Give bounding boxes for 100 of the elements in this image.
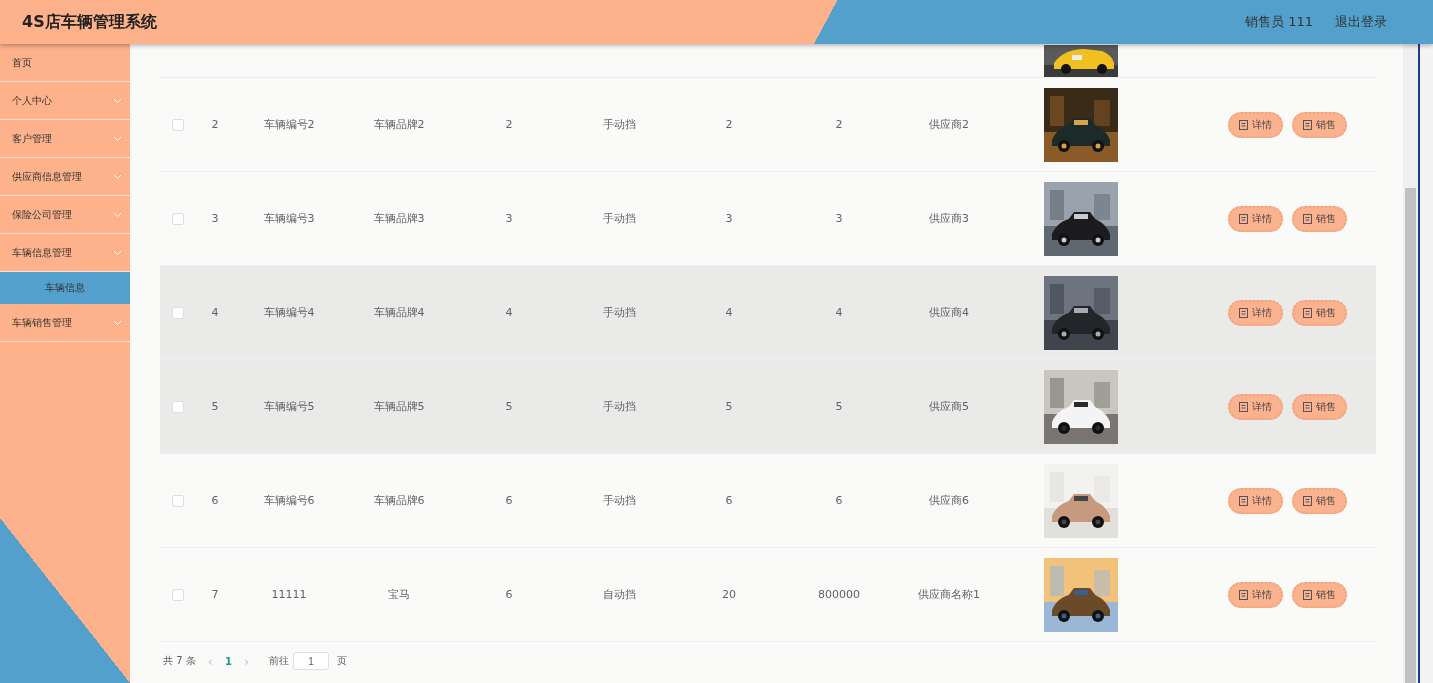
table-cell: 3 [211, 212, 219, 225]
sell-button[interactable]: 销售 [1291, 205, 1347, 232]
table-cell: 车辆编号2 [263, 117, 315, 132]
document-icon [1238, 307, 1248, 318]
document-icon [1302, 401, 1312, 412]
table-cell: 供应商4 [929, 305, 969, 320]
table-cell: 5 [725, 400, 733, 413]
table-cell: 2 [725, 118, 733, 131]
table-cell: 车辆品牌3 [373, 211, 425, 226]
document-icon [1302, 213, 1312, 224]
chevron-down-icon [113, 173, 122, 180]
table-cell: 7 [211, 588, 219, 601]
table-cell: 3 [505, 212, 513, 225]
chevron-down-icon [113, 249, 122, 256]
sidebar-item[interactable]: 车辆销售管理 [0, 304, 130, 342]
sidebar-item[interactable]: 首页 [0, 44, 130, 82]
table-cell: 11111 [271, 588, 307, 601]
table-cell: 手动挡 [602, 493, 636, 508]
table-cell: 车辆编号3 [263, 211, 315, 226]
table-cell: 手动挡 [602, 305, 636, 320]
page-suffix: 页 [337, 654, 348, 668]
table-row[interactable]: 5 车辆编号5 车辆品牌5 5 手动挡 5 5 供应商5 详情 销售 [160, 360, 1376, 454]
table-cell: 6 [505, 494, 513, 507]
table-cell: 供应商3 [929, 211, 969, 226]
row-checkbox[interactable] [172, 494, 184, 507]
table-cell: 车辆品牌4 [373, 305, 425, 320]
details-button[interactable]: 详情 [1227, 111, 1283, 138]
table-cell: 2 [505, 118, 513, 131]
total-count: 共 7 条 [163, 654, 196, 668]
row-checkbox[interactable] [172, 400, 184, 413]
table-cell: 宝马 [388, 587, 410, 602]
table-cell: 6 [211, 494, 219, 507]
table-cell: 4 [505, 306, 513, 319]
table-cell: 5 [211, 400, 219, 413]
table-cell: 2 [211, 118, 219, 131]
chevron-down-icon [113, 211, 122, 218]
app-title: 4S店车辆管理系统 [22, 11, 157, 33]
table-cell: 20 [722, 588, 736, 601]
details-button[interactable]: 详情 [1227, 487, 1283, 514]
sidebar-item[interactable]: 供应商信息管理 [0, 158, 130, 196]
table-row[interactable]: 4 车辆编号4 车辆品牌4 4 手动挡 4 4 供应商4 详情 销售 [160, 266, 1376, 360]
row-checkbox[interactable] [172, 306, 184, 319]
table-cell: 6 [835, 494, 843, 507]
document-icon [1238, 119, 1248, 130]
table-cell: 自动挡 [602, 587, 636, 602]
table-cell: 供应商5 [929, 399, 969, 414]
page-number[interactable]: 1 [224, 655, 232, 667]
details-button[interactable]: 详情 [1227, 299, 1283, 326]
table-cell: 车辆品牌2 [373, 117, 425, 132]
table-cell: 5 [505, 400, 513, 413]
page-input[interactable]: 1 [293, 652, 330, 670]
scrollbar[interactable] [1403, 44, 1418, 683]
table-cell: 4 [835, 306, 843, 319]
table-cell: 4 [211, 306, 219, 319]
sell-button[interactable]: 销售 [1291, 299, 1347, 326]
sell-button[interactable]: 销售 [1291, 111, 1347, 138]
table-cell: 手动挡 [602, 399, 636, 414]
table-cell: 3 [725, 212, 733, 225]
table-cell: 800000 [818, 588, 860, 601]
details-button[interactable]: 详情 [1227, 205, 1283, 232]
details-button[interactable]: 详情 [1227, 581, 1283, 608]
table-cell: 4 [725, 306, 733, 319]
table-cell: 5 [835, 400, 843, 413]
table-cell: 供应商2 [929, 117, 969, 132]
details-button[interactable]: 详情 [1227, 393, 1283, 420]
table-cell: 车辆编号6 [263, 493, 315, 508]
document-icon [1238, 213, 1248, 224]
row-checkbox[interactable] [172, 588, 184, 601]
sidebar-subitem[interactable]: 车辆信息 [0, 272, 130, 304]
table-cell: 车辆品牌6 [373, 493, 425, 508]
table-cell: 6 [725, 494, 733, 507]
document-icon [1238, 495, 1248, 506]
document-icon [1302, 307, 1312, 318]
table-cell: 车辆品牌5 [373, 399, 425, 414]
chevron-down-icon [113, 97, 122, 104]
row-checkbox[interactable] [172, 212, 184, 225]
table-cell: 供应商名称1 [918, 587, 980, 602]
table-cell: 手动挡 [602, 211, 636, 226]
document-icon [1238, 401, 1248, 412]
sidebar-item[interactable]: 客户管理 [0, 120, 130, 158]
user-label: 销售员 111 [1245, 13, 1313, 31]
table-cell: 6 [505, 588, 513, 601]
document-icon [1302, 495, 1312, 506]
logout-link[interactable]: 退出登录 [1335, 13, 1387, 31]
table-cell: 3 [835, 212, 843, 225]
table-cell: 车辆编号5 [263, 399, 315, 414]
sidebar-item[interactable]: 保险公司管理 [0, 196, 130, 234]
chevron-down-icon [113, 319, 122, 326]
sell-button[interactable]: 销售 [1291, 581, 1347, 608]
document-icon [1302, 589, 1312, 600]
table-cell: 手动挡 [602, 117, 636, 132]
document-icon [1238, 589, 1248, 600]
sell-button[interactable]: 销售 [1291, 487, 1347, 514]
sell-button[interactable]: 销售 [1291, 393, 1347, 420]
goto-label: 前往 [269, 654, 290, 668]
table-cell: 2 [835, 118, 843, 131]
row-checkbox[interactable] [172, 118, 184, 131]
sidebar-item[interactable]: 个人中心 [0, 82, 130, 120]
table-cell: 车辆编号4 [263, 305, 315, 320]
chevron-down-icon [113, 135, 122, 142]
